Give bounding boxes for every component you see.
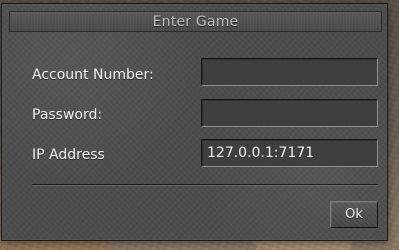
- dialog-titlebar: Enter Game: [9, 11, 382, 32]
- account-number-input[interactable]: [201, 58, 378, 86]
- enter-game-dialog: Enter Game Account Number: Password: IP …: [1, 3, 388, 241]
- ip-address-input[interactable]: [201, 139, 378, 167]
- password-label: Password:: [32, 107, 103, 123]
- dialog-divider: [32, 184, 378, 186]
- password-input[interactable]: [201, 99, 378, 127]
- dialog-title: Enter Game: [152, 13, 239, 30]
- account-number-label: Account Number:: [32, 67, 154, 83]
- ip-address-label: IP Address: [32, 147, 105, 163]
- ok-button[interactable]: Ok: [330, 201, 378, 228]
